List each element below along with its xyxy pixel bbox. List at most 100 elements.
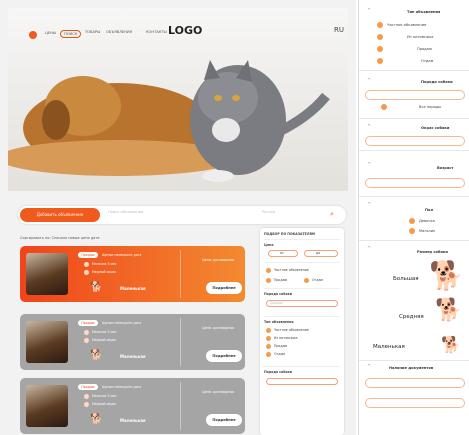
divider [359,360,469,361]
dog-photo [26,253,68,295]
dog-photo [26,385,68,427]
ad-price: Цена: договорная [201,258,235,262]
details-button[interactable]: Подробнее [206,414,242,426]
nav-link-goods[interactable]: ТОВАРЫ [85,30,100,34]
color-field[interactable] [365,136,465,146]
breed-hint: Порода [270,301,283,305]
details-button[interactable]: Подробнее [206,282,242,294]
ad-title: Щенок немецкого дога [102,253,142,257]
chevron-up-icon[interactable]: ^ [367,162,371,168]
size-label[interactable]: Маленькая [373,344,405,350]
chevron-up-icon[interactable]: ^ [367,124,371,130]
section-title: Тип объявления [407,10,441,14]
paw-icon [84,394,89,399]
ad-color: Медный окрас [92,270,117,274]
sidebar-option[interactable]: Частное объявление [387,23,426,27]
hero-banner: ЦЕНЫ ПОИСК ТОВАРЫ ОБЪЯВЛЕНИЯ КОНТАКТЫ LO… [8,8,348,191]
filter-option[interactable]: Отдам [274,352,285,356]
status-badge: Продаю [78,252,98,258]
ad-card[interactable]: Продаю Щенок немецкого дога Мальчик 5 ме… [20,246,245,302]
filter-title: ПОДБОР ПО ПОКАЗАТЕЛЯМ [264,232,316,236]
ad-title: Щенок немецкого дога [102,321,142,325]
filter-option[interactable]: Продаю [274,278,287,282]
divider [359,196,469,197]
filter-option[interactable]: Продаю [274,344,287,348]
chevron-up-icon[interactable]: ^ [367,202,371,208]
language-switch[interactable]: RU [334,26,344,34]
price-from-hint: от [280,251,284,255]
ad-size: Маленькая [120,354,146,359]
sidebar-option[interactable]: Отдам [421,59,433,63]
paw-icon [377,58,383,64]
section-title: Порода собаки [421,80,453,84]
ad-price: Цена: договорная [201,390,235,394]
filter-sidebar: Тип объявления ^ Частное объявление Из п… [358,0,469,435]
divider [359,150,469,151]
paw-icon [84,270,89,275]
price-to-input[interactable] [304,250,338,257]
dog-photo [26,321,68,363]
paw-icon [84,330,89,335]
chevron-up-icon[interactable]: ^ [367,8,371,14]
search-input[interactable]: Поиск объявления [108,210,308,220]
status-badge: Продаю [78,384,98,390]
paw-icon [266,344,271,349]
details-button[interactable]: Подробнее [206,350,242,362]
sidebar-option[interactable]: Продаю [417,47,432,51]
sort-bar[interactable]: Сортировать по: Сначала новые цене дате [20,236,100,240]
nav-link-prices[interactable]: ЦЕНЫ [42,30,59,36]
ad-card[interactable]: Продаю Щенок немецкого дога Мальчик 5 ме… [20,378,245,434]
chevron-up-icon[interactable]: ^ [367,364,371,370]
documents-field[interactable] [365,378,465,388]
sidebar-option[interactable]: Из питомника [407,35,434,39]
size-label[interactable]: Средняя [399,314,424,320]
small-dog-icon[interactable]: 🐕 [441,334,461,356]
status-badge: Продаю [78,320,98,326]
ad-card[interactable]: Продаю Щенок немецкого дога Мальчик 5 ме… [20,314,245,370]
ad-size: Маленькая [120,286,146,291]
region-input[interactable]: Регион [262,210,275,214]
sidebar-option[interactable]: Все породы [419,105,441,109]
paw-icon [84,262,89,267]
divider [264,288,340,289]
paw-icon [409,228,415,234]
logo-text[interactable]: LOGO [168,24,202,37]
divider [264,262,340,263]
size-label[interactable]: Большая [393,276,419,282]
sidebar-option[interactable]: Девочка [419,219,435,223]
filter-option[interactable]: Частное объявление [274,268,309,272]
chevron-up-icon[interactable]: ^ [367,246,371,252]
paw-icon [377,22,383,28]
ad-size: Маленькая [120,418,146,423]
price-label: Цена [264,243,274,247]
chevron-up-icon[interactable]: ^ [367,78,371,84]
section-title: Возраст [437,166,454,170]
ad-title: Щенок немецкого дога [102,385,142,389]
search-icon[interactable]: ⌕ [330,210,338,218]
add-ad-button[interactable]: Добавить объявление [20,208,100,222]
large-dog-icon[interactable]: 🐕 [429,262,464,290]
nav-link-ads[interactable]: ОБЪЯВЛЕНИЯ [106,30,132,34]
filter-option[interactable]: Отдам [312,278,323,282]
documents-field[interactable] [365,398,465,408]
sidebar-option[interactable]: Мальчик [419,229,435,233]
filter-option[interactable]: Частное объявление [274,328,309,332]
paw-icon [84,338,89,343]
paw-icon [266,268,271,273]
filter-option[interactable]: Из питомника [274,336,298,340]
medium-dog-icon[interactable]: 🐕 [435,300,462,322]
ad-color: Медный окрас [92,338,117,342]
breed-field[interactable] [365,90,465,100]
nav-link-contacts[interactable]: КОНТАКТЫ [146,30,167,34]
section-title: Наличие документов [389,366,434,370]
breed-label: Порода собаки [264,292,293,296]
breed-input[interactable] [266,378,338,385]
divider [359,118,469,119]
nav-link-search[interactable]: ПОИСК [60,30,82,38]
logo-mark-icon [29,31,37,39]
ad-color: Медный окрас [92,402,117,406]
divider [264,366,340,367]
age-field[interactable] [365,178,465,188]
breed-label: Порода собаки [264,370,293,374]
price-to-hint: до [316,251,321,255]
